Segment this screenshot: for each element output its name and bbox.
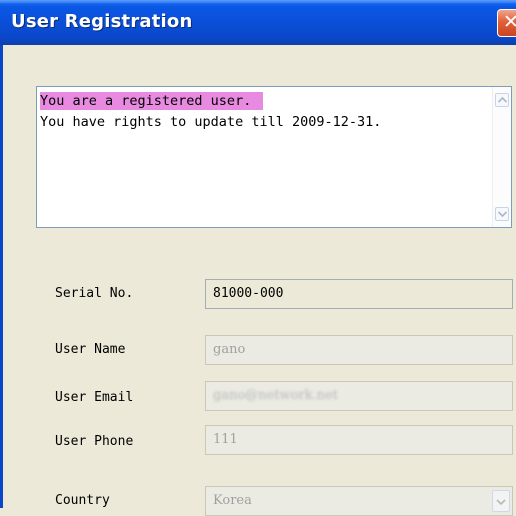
chevron-up-icon: [498, 97, 507, 103]
user-email-field[interactable]: gano@network.net: [205, 381, 513, 411]
user-name-field[interactable]: gano: [205, 335, 513, 365]
scroll-up-button[interactable]: [495, 93, 509, 107]
chevron-down-icon: [496, 499, 506, 505]
user-name-label: User Name: [55, 342, 126, 357]
message-box[interactable]: You are a registered user. You have righ…: [36, 86, 512, 228]
window-frame-left: [0, 45, 3, 508]
serial-field[interactable]: 81000-000: [205, 279, 513, 309]
title-bar: User Registration ✕: [0, 0, 516, 45]
chevron-down-icon: [498, 211, 507, 217]
window-title: User Registration: [11, 11, 193, 32]
country-value: Korea: [213, 493, 252, 508]
user-email-label: User Email: [55, 390, 134, 405]
country-select[interactable]: Korea: [205, 486, 513, 516]
serial-label: Serial No.: [55, 286, 134, 301]
user-email-value: gano@network.net: [213, 388, 339, 403]
user-phone-field[interactable]: 111: [205, 425, 513, 455]
message-line-rights: You have rights to update till 2009-12-3…: [40, 114, 382, 130]
close-button[interactable]: ✕: [497, 9, 516, 37]
country-label: Country: [55, 493, 110, 508]
scroll-down-button[interactable]: [495, 207, 509, 221]
user-phone-label: User Phone: [55, 434, 134, 449]
vertical-scrollbar[interactable]: [492, 87, 511, 227]
country-dropdown-button[interactable]: [492, 490, 510, 512]
close-icon: ✕: [503, 11, 516, 33]
message-line-registered: You are a registered user.: [40, 92, 264, 110]
